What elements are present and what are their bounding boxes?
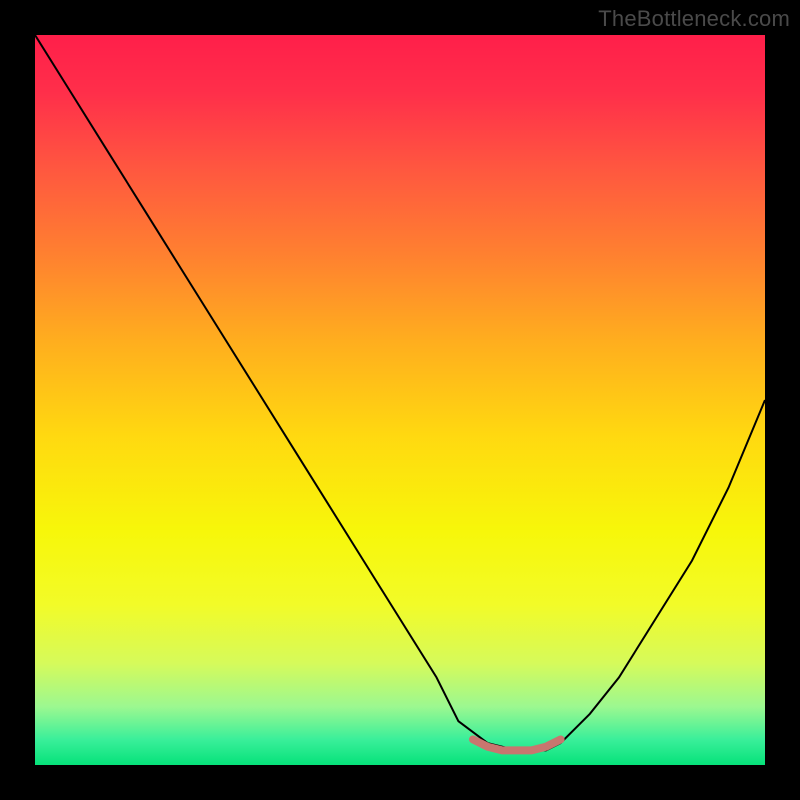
watermark-text: TheBottleneck.com (598, 6, 790, 32)
plot-area (35, 35, 765, 765)
bottleneck-curve (35, 35, 765, 750)
chart-svg (35, 35, 765, 765)
